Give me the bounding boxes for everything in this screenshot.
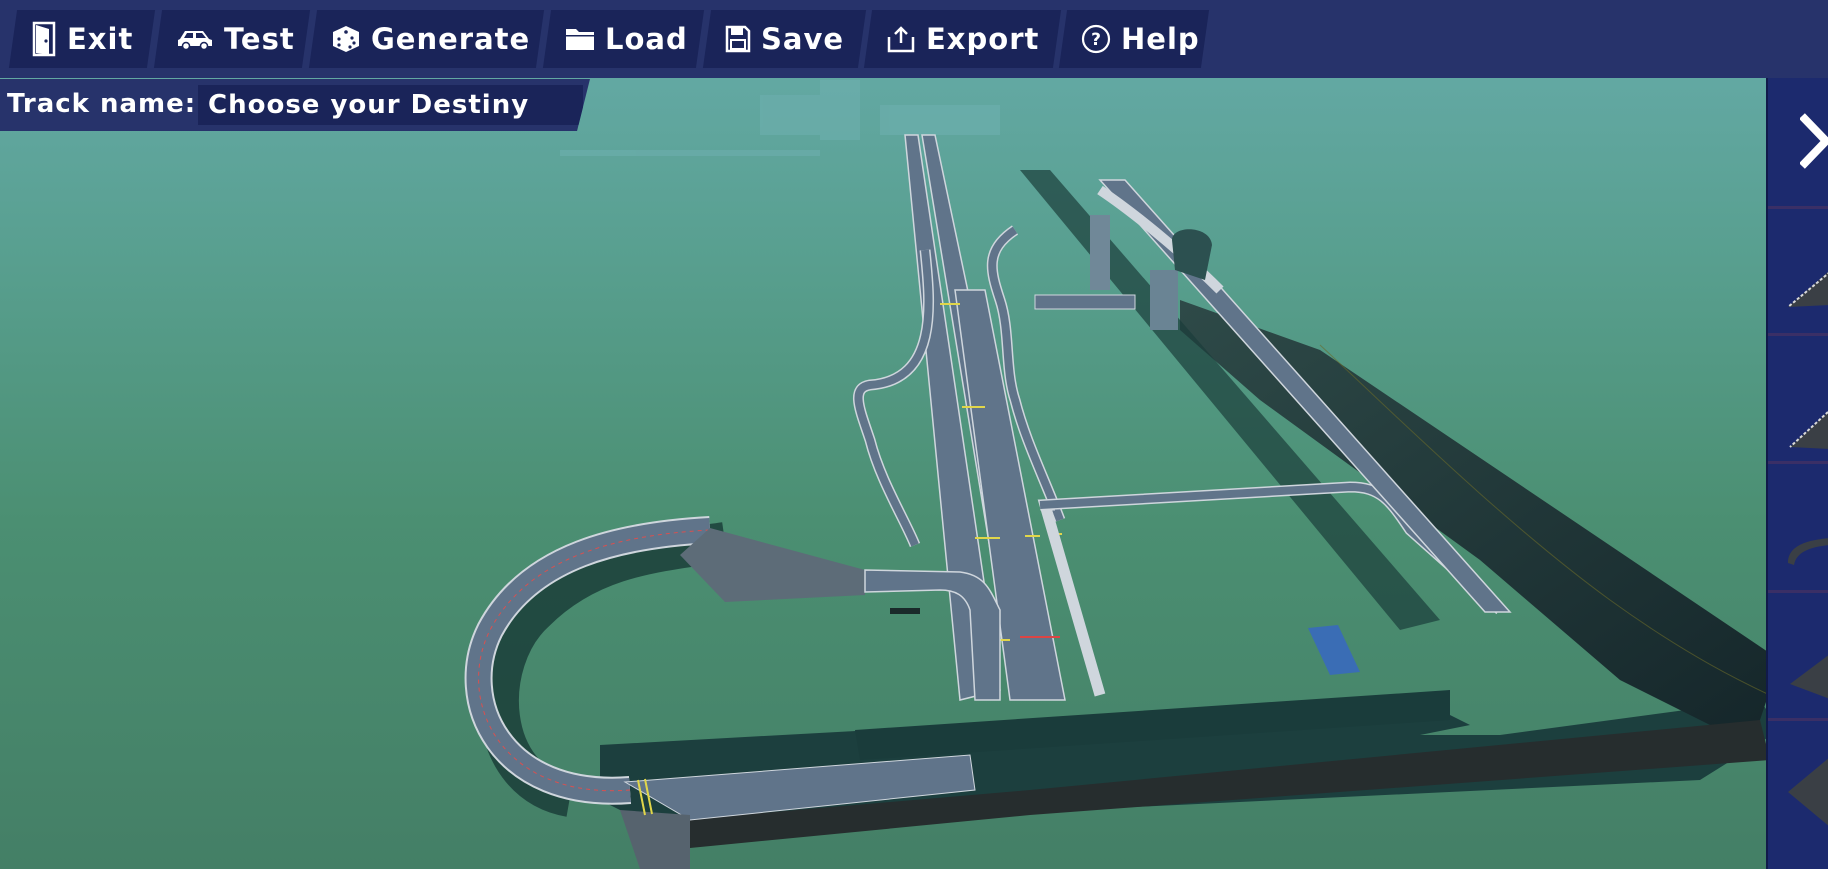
share-icon xyxy=(886,25,916,53)
test-button[interactable]: Test xyxy=(153,10,311,68)
help-button[interactable]: ? Help xyxy=(1058,10,1210,68)
track-curve-piece-2[interactable] xyxy=(1768,337,1828,457)
help-label: Help xyxy=(1121,22,1200,56)
toolbar: Exit Test Generate Load Save Export ? He… xyxy=(0,0,1828,78)
generate-label: Generate xyxy=(371,22,531,56)
palette-divider xyxy=(1768,590,1828,593)
palette-divider xyxy=(1768,461,1828,464)
track-name-label: Track name: xyxy=(7,89,197,119)
svg-text:?: ? xyxy=(1091,30,1101,50)
track-wedge-piece[interactable] xyxy=(1768,722,1828,842)
piece-palette xyxy=(1766,78,1828,869)
help-circle-icon: ? xyxy=(1081,24,1111,54)
export-button[interactable]: Export xyxy=(863,10,1062,68)
exit-label: Exit xyxy=(67,22,134,56)
car-icon xyxy=(176,27,214,51)
test-label: Test xyxy=(224,22,295,56)
load-label: Load xyxy=(605,22,688,56)
track-name-panel: Track name: xyxy=(0,79,590,131)
dice-icon xyxy=(331,24,361,54)
load-button[interactable]: Load xyxy=(542,10,705,68)
track-arc-piece[interactable] xyxy=(1768,465,1828,585)
palette-divider xyxy=(1768,206,1828,209)
export-label: Export xyxy=(926,22,1040,56)
door-icon xyxy=(31,21,57,57)
chevron-right-icon[interactable] xyxy=(1799,112,1828,174)
palette-divider xyxy=(1768,333,1828,336)
folder-icon xyxy=(565,26,595,52)
palette-divider xyxy=(1768,718,1828,721)
save-button[interactable]: Save xyxy=(702,10,867,68)
floppy-icon xyxy=(725,25,751,53)
track-curve-piece[interactable] xyxy=(1768,210,1828,330)
generate-button[interactable]: Generate xyxy=(308,10,545,68)
exit-button[interactable]: Exit xyxy=(8,10,156,68)
track-ramp-piece[interactable] xyxy=(1768,594,1828,714)
save-label: Save xyxy=(761,22,845,56)
track-name-input[interactable] xyxy=(198,85,583,125)
